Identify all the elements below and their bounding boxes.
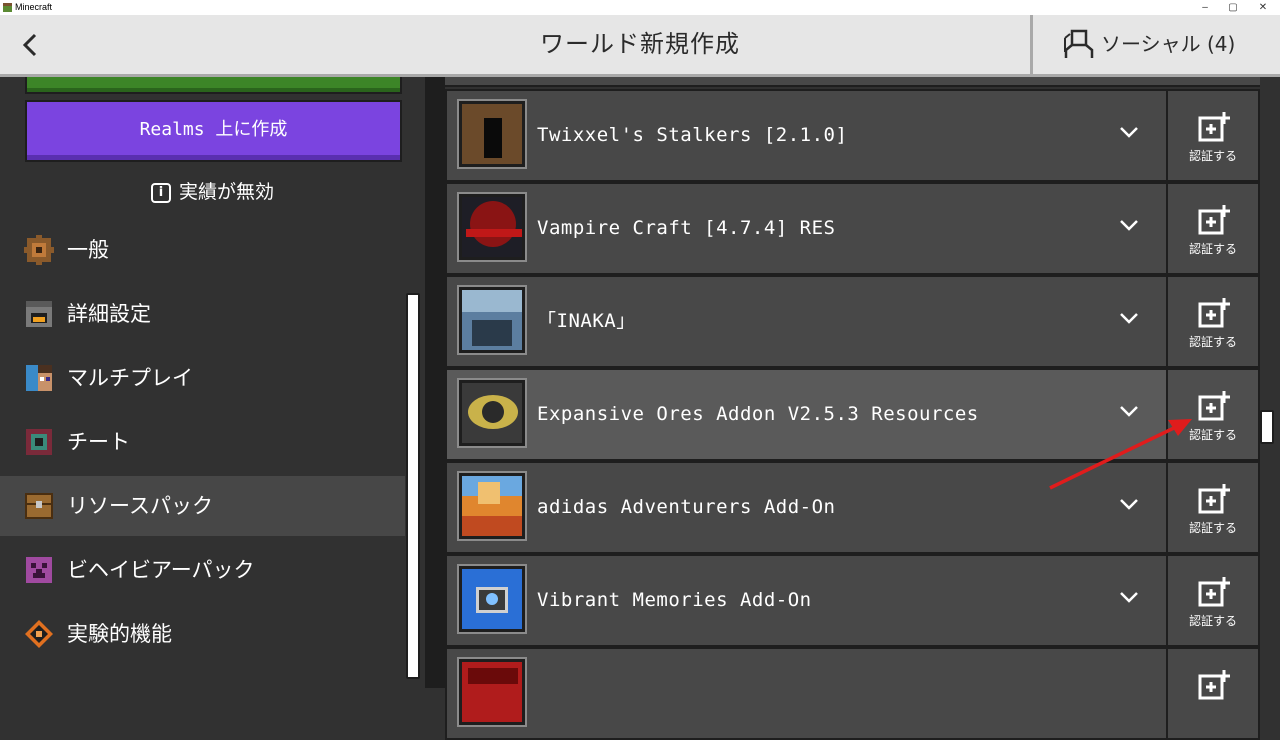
achievements-disabled-text: 実績が無効 bbox=[178, 181, 274, 203]
chevron-down-icon[interactable] bbox=[1119, 497, 1139, 511]
pack-thumbnail bbox=[457, 285, 527, 355]
verify-label: 認証する bbox=[1188, 521, 1237, 535]
close-button[interactable]: ✕ bbox=[1248, 0, 1278, 15]
sidebar-item-label: リソースパック bbox=[67, 494, 213, 518]
add-verify-icon bbox=[1198, 391, 1230, 421]
settings-sidebar: Realms 上に作成 i 実績が無効 一般 詳細設定 マルチプレイ チート リ… bbox=[0, 77, 425, 688]
sidebar-item-label: 一般 bbox=[67, 238, 109, 262]
pack-thumbnail bbox=[457, 378, 527, 448]
verify-button[interactable] bbox=[1166, 649, 1258, 738]
furnace-icon bbox=[26, 301, 52, 327]
verify-label: 認証する bbox=[1188, 149, 1237, 163]
add-verify-icon bbox=[1198, 112, 1230, 142]
pack-name: Vibrant Memories Add-On bbox=[537, 589, 812, 611]
pack-row[interactable]: Expansive Ores Addon V2.5.3 Resources 認証… bbox=[445, 368, 1260, 461]
pack-thumbnail bbox=[457, 657, 527, 727]
sidebar-item-cheats[interactable]: チート bbox=[0, 412, 405, 472]
add-verify-icon bbox=[1198, 577, 1230, 607]
window-title: Minecraft bbox=[15, 2, 53, 12]
social-button[interactable]: ソーシャル (4) bbox=[1030, 15, 1280, 74]
minecraft-app-icon bbox=[3, 3, 12, 12]
pack-row[interactable]: Vampire Craft [4.7.4] RES 認証する bbox=[445, 182, 1260, 275]
gear-icon bbox=[24, 235, 54, 265]
verify-button[interactable]: 認証する bbox=[1166, 556, 1258, 645]
verify-label: 認証する bbox=[1188, 614, 1237, 628]
verify-label: 認証する bbox=[1188, 242, 1237, 256]
sidebar-item-experiments[interactable]: 実験的機能 bbox=[0, 604, 405, 664]
add-verify-icon bbox=[1198, 484, 1230, 514]
sidebar-item-label: ビヘイビアーパック bbox=[67, 558, 255, 582]
creeper-icon bbox=[26, 557, 52, 583]
sidebar-item-label: 詳細設定 bbox=[67, 302, 151, 326]
people-icon bbox=[1064, 29, 1094, 58]
command-block-icon bbox=[26, 429, 52, 455]
create-button-partial[interactable] bbox=[25, 77, 402, 94]
pack-thumbnail bbox=[457, 99, 527, 169]
sidebar-item-resource-packs[interactable]: リソースパック bbox=[0, 476, 405, 536]
pack-name: Vampire Craft [4.7.4] RES bbox=[537, 217, 836, 239]
pack-name: adidas Adventurers Add-On bbox=[537, 496, 836, 518]
pack-thumbnail bbox=[457, 471, 527, 541]
pack-row[interactable]: Vibrant Memories Add-On 認証する bbox=[445, 554, 1260, 647]
sidebar-item-advanced[interactable]: 詳細設定 bbox=[0, 284, 405, 344]
verify-button[interactable]: 認証する bbox=[1166, 277, 1258, 366]
pack-row[interactable]: adidas Adventurers Add-On 認証する bbox=[445, 461, 1260, 554]
chevron-left-icon bbox=[22, 33, 37, 57]
chevron-down-icon[interactable] bbox=[1119, 125, 1139, 139]
verify-button[interactable]: 認証する bbox=[1166, 463, 1258, 552]
sidebar-item-label: マルチプレイ bbox=[67, 366, 193, 390]
player-head-icon bbox=[26, 365, 52, 391]
verify-label: 認証する bbox=[1188, 335, 1237, 349]
chest-icon bbox=[25, 493, 53, 519]
add-verify-icon bbox=[1198, 205, 1230, 235]
pack-name: Twixxel's Stalkers [2.1.0] bbox=[537, 124, 848, 146]
chevron-down-icon[interactable] bbox=[1119, 218, 1139, 232]
verify-label: 認証する bbox=[1188, 428, 1237, 442]
sidebar-item-general[interactable]: 一般 bbox=[0, 220, 405, 280]
minimize-button[interactable]: – bbox=[1190, 0, 1220, 15]
pack-row[interactable] bbox=[445, 647, 1260, 740]
info-icon: i bbox=[150, 182, 171, 203]
pack-row[interactable]: Twixxel's Stalkers [2.1.0] 認証する bbox=[445, 89, 1260, 182]
chevron-down-icon[interactable] bbox=[1119, 590, 1139, 604]
screen-header: ワールド新規作成 ソーシャル (4) bbox=[0, 15, 1280, 77]
verify-button[interactable]: 認証する bbox=[1166, 184, 1258, 273]
maximize-button[interactable]: ▢ bbox=[1218, 0, 1248, 15]
pack-row[interactable]: 「INAKA」 認証する bbox=[445, 275, 1260, 368]
pack-name: Expansive Ores Addon V2.5.3 Resources bbox=[537, 403, 979, 425]
add-verify-icon bbox=[1198, 298, 1230, 328]
verify-button[interactable]: 認証する bbox=[1166, 91, 1258, 180]
verify-button[interactable]: 認証する bbox=[1166, 370, 1258, 459]
window-titlebar: Minecraft – ▢ ✕ bbox=[0, 0, 1280, 15]
pack-name: 「INAKA」 bbox=[537, 310, 636, 332]
add-verify-icon bbox=[1198, 670, 1230, 700]
experiment-icon bbox=[25, 620, 53, 648]
back-button[interactable] bbox=[0, 15, 60, 74]
achievements-disabled-notice: i 実績が無効 bbox=[0, 177, 425, 207]
panel-divider bbox=[425, 77, 445, 688]
social-label: ソーシャル (4) bbox=[1101, 32, 1236, 56]
chevron-down-icon[interactable] bbox=[1119, 404, 1139, 418]
sidebar-item-label: 実験的機能 bbox=[67, 622, 172, 646]
list-scrollbar-thumb[interactable] bbox=[1260, 410, 1274, 444]
sidebar-scrollbar-thumb[interactable] bbox=[406, 293, 420, 679]
pack-thumbnail bbox=[457, 564, 527, 634]
list-item-partial bbox=[445, 77, 1260, 87]
pack-thumbnail bbox=[457, 192, 527, 262]
resource-pack-list: Twixxel's Stalkers [2.1.0] 認証する Vampire … bbox=[445, 77, 1280, 740]
chevron-down-icon[interactable] bbox=[1119, 311, 1139, 325]
sidebar-item-behavior-packs[interactable]: ビヘイビアーパック bbox=[0, 540, 405, 600]
create-on-realms-button[interactable]: Realms 上に作成 bbox=[25, 100, 402, 162]
sidebar-item-multiplayer[interactable]: マルチプレイ bbox=[0, 348, 405, 408]
sidebar-item-label: チート bbox=[67, 430, 130, 454]
